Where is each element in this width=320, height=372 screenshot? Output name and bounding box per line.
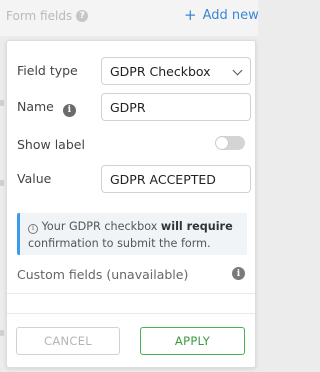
note-text-after: confirmation to submit the form.: [28, 237, 211, 250]
info-icon[interactable]: i: [232, 267, 245, 280]
plus-icon: +: [184, 6, 197, 24]
name-input[interactable]: [101, 93, 251, 121]
divider: [7, 313, 255, 314]
info-icon[interactable]: i: [62, 103, 76, 117]
cancel-button[interactable]: CANCEL: [16, 327, 120, 355]
value-input[interactable]: [101, 165, 251, 193]
apply-button[interactable]: APPLY: [140, 327, 245, 355]
custom-fields-row: Custom fields (unavailable) i: [17, 267, 245, 282]
toggle-knob: [216, 137, 228, 149]
note-text-bold: will require: [160, 220, 233, 233]
field-type-select[interactable]: GDPR Checkbox: [101, 57, 251, 85]
add-new-label: Add new: [202, 8, 259, 23]
name-label-group: Name i: [17, 99, 76, 117]
chevron-down-icon: [232, 65, 243, 76]
custom-fields-label: Custom fields (unavailable): [17, 267, 189, 282]
field-type-label: Field type: [17, 63, 78, 78]
note-text-before: Your GDPR checkbox: [41, 220, 158, 233]
show-label-label: Show label: [17, 137, 85, 152]
background-row-stub: [0, 180, 4, 186]
show-label-row: Show label: [17, 136, 245, 153]
form-fields-title-text: Form fields: [6, 9, 73, 23]
add-new-button[interactable]: + Add new: [184, 6, 259, 24]
field-type-row: Field type GDPR Checkbox: [17, 57, 251, 85]
name-row: Name i: [17, 93, 251, 121]
form-fields-title: Form fields ?: [6, 9, 89, 23]
field-type-value: GDPR Checkbox: [110, 64, 211, 79]
gdpr-info-note: i Your GDPR checkbox will require confir…: [17, 213, 247, 255]
info-circle-icon: i: [28, 223, 38, 234]
help-icon[interactable]: ?: [76, 10, 89, 22]
divider: [7, 293, 255, 294]
name-label: Name: [17, 99, 54, 114]
show-label-toggle[interactable]: [215, 136, 245, 150]
background-row-stub: [0, 100, 4, 106]
value-row: Value: [17, 165, 251, 193]
background-row-stub: [0, 330, 4, 336]
field-settings-panel: Field type GDPR Checkbox Name i Show lab…: [6, 40, 256, 368]
value-label: Value: [17, 171, 52, 186]
